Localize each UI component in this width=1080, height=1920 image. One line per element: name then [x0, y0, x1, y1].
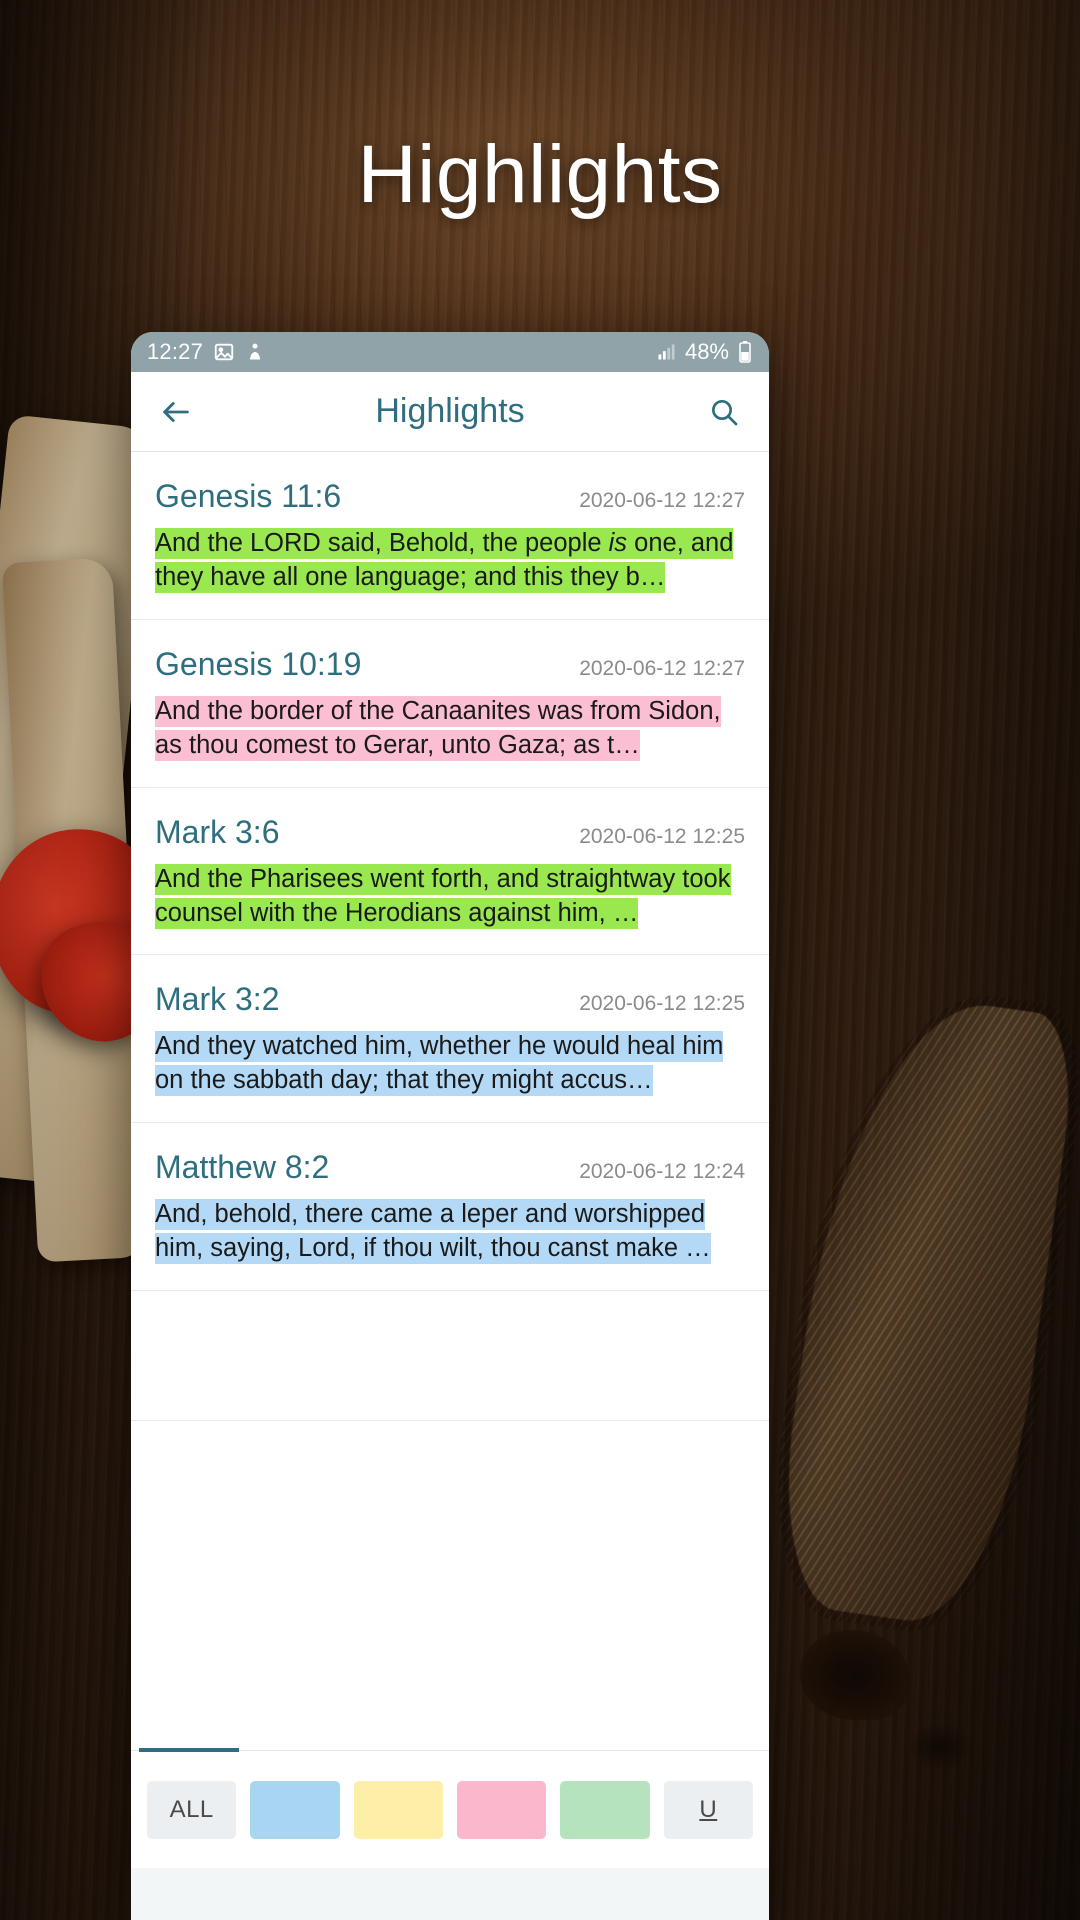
highlight-span-italic: is [608, 528, 628, 559]
filter-pink[interactable] [456, 1780, 547, 1839]
search-button[interactable] [701, 389, 747, 435]
status-time: 12:27 [147, 339, 204, 364]
status-bar-right: 48% [655, 339, 753, 365]
image-icon [213, 341, 235, 363]
verse-reference[interactable]: Matthew 8:2 [155, 1149, 329, 1186]
filter-yellow[interactable] [353, 1780, 443, 1839]
verse-text: And the border of the Canaanites was fro… [155, 695, 745, 763]
list-item-header: Genesis 11:6 2020-06-12 12:27 [155, 478, 745, 515]
filter-underline[interactable]: U [663, 1780, 753, 1839]
list-item[interactable]: Mark 3:6 2020-06-12 12:25 And the Pharis… [131, 788, 769, 956]
app-icon [245, 341, 265, 363]
timestamp: 2020-06-12 12:25 [579, 992, 745, 1016]
highlight-span: And they watched him, whether he would h… [155, 1031, 724, 1097]
battery-icon [737, 340, 753, 364]
list-item[interactable]: Mark 3:2 2020-06-12 12:25 And they watch… [131, 955, 769, 1124]
list-item-header: Matthew 8:2 2020-06-12 12:24 [155, 1149, 745, 1186]
verse-text: And they watched him, whether he would h… [155, 1030, 745, 1098]
timestamp: 2020-06-12 12:27 [579, 656, 745, 680]
verse-reference[interactable]: Genesis 11:6 [155, 478, 341, 515]
timestamp: 2020-06-12 12:25 [579, 824, 745, 848]
system-navigation-bar [131, 1868, 769, 1920]
verse-reference[interactable]: Genesis 10:19 [155, 646, 361, 683]
verse-text: And the Pharisees went forth, and straig… [155, 863, 745, 931]
verse-reference[interactable]: Mark 3:2 [155, 981, 279, 1018]
list-item[interactable]: Genesis 10:19 2020-06-12 12:27 And the b… [131, 620, 769, 788]
phone-mockup: 12:27 48% Highlights Genesis 11:6 2020-0… [131, 332, 769, 1920]
highlight-span: And the LORD said, Behold, the people [155, 528, 609, 559]
list-end-spacer [131, 1291, 769, 1422]
list-item[interactable]: Matthew 8:2 2020-06-12 12:24 And, behold… [131, 1123, 769, 1292]
highlight-span: And, behold, there came a leper and wors… [155, 1199, 711, 1265]
timestamp: 2020-06-12 12:27 [579, 489, 745, 512]
verse-text: And the LORD said, Behold, the people is… [155, 527, 745, 595]
highlight-span: And the border of the Canaanites was fro… [155, 695, 721, 761]
battery-percent: 48% [684, 339, 729, 364]
verse-reference[interactable]: Mark 3:6 [155, 814, 279, 851]
filter-blue[interactable] [250, 1780, 340, 1839]
timestamp: 2020-06-12 12:24 [579, 1160, 745, 1184]
list-item-header: Mark 3:2 2020-06-12 12:25 [155, 981, 745, 1018]
list-item-header: Genesis 10:19 2020-06-12 12:27 [155, 646, 745, 683]
page-title: Highlights [357, 129, 723, 220]
app-bar-title: Highlights [375, 392, 525, 430]
color-filter-bar: ALL U [131, 1748, 769, 1868]
list-item-header: Mark 3:6 2020-06-12 12:25 [155, 814, 745, 851]
list-item[interactable]: Genesis 11:6 2020-06-12 12:27 And the LO… [131, 452, 769, 620]
highlights-list[interactable]: Genesis 11:6 2020-06-12 12:27 And the LO… [131, 452, 769, 1750]
filter-green[interactable] [560, 1780, 650, 1839]
highlight-span: And the Pharisees went forth, and straig… [155, 863, 731, 929]
verse-text: And, behold, there came a leper and wors… [155, 1198, 745, 1266]
signal-bars-icon [655, 342, 677, 362]
back-button[interactable] [153, 389, 199, 435]
status-bar-left: 12:27 [147, 339, 265, 365]
status-bar: 12:27 48% [131, 332, 769, 372]
app-bar: Highlights [131, 372, 769, 452]
filter-all[interactable]: ALL [147, 1780, 237, 1839]
